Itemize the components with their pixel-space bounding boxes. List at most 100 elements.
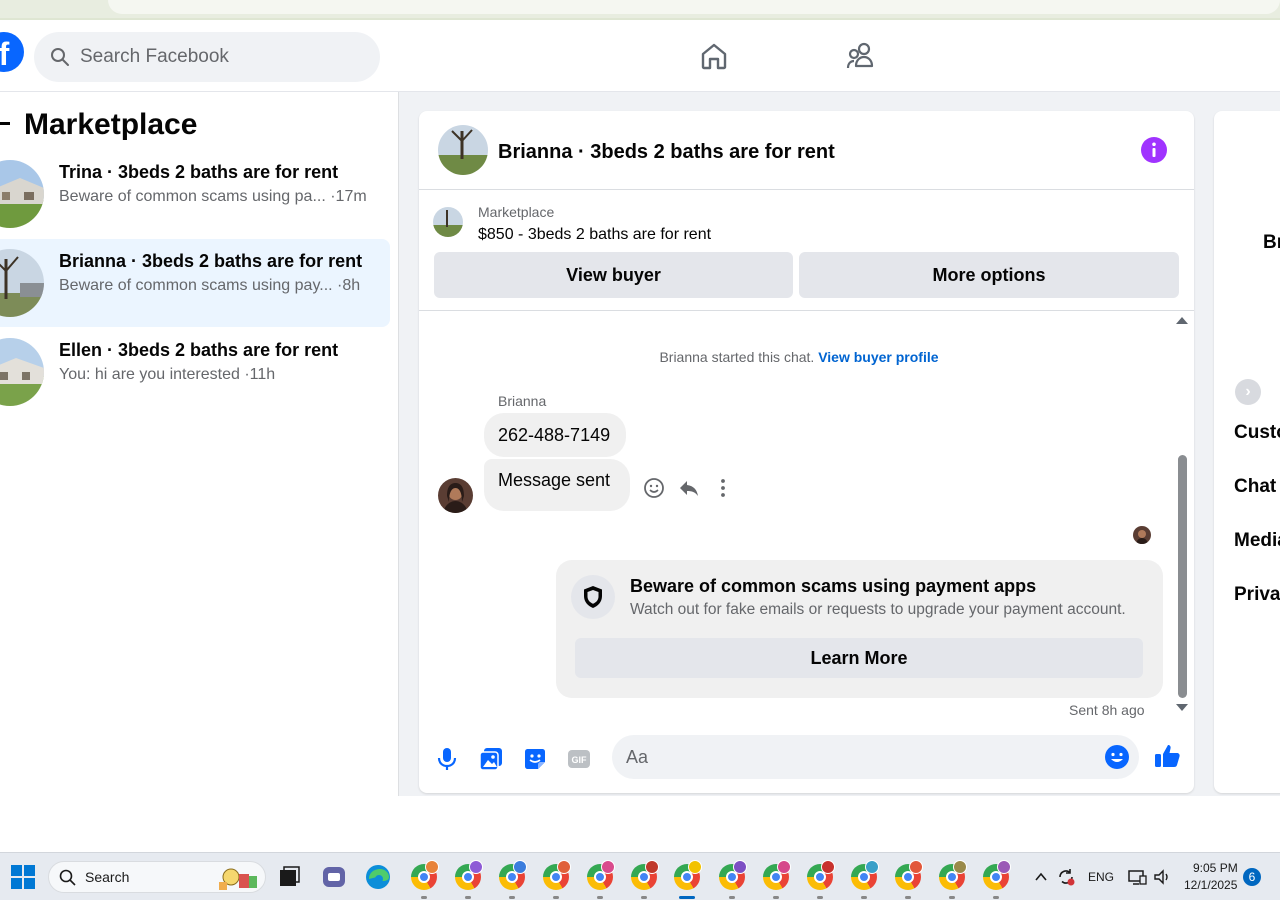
scroll-down-arrow-icon[interactable]	[1176, 704, 1188, 711]
chrome-profile-icon[interactable]	[805, 860, 835, 899]
more-vertical-icon[interactable]	[711, 476, 735, 500]
search-input[interactable]	[80, 46, 360, 68]
running-indicator	[993, 896, 999, 899]
facebook-logo[interactable]: f	[0, 32, 24, 72]
chat-name: Ellen · 3beds 2 baths are for rent	[59, 340, 339, 360]
windows-start-icon[interactable]	[11, 865, 35, 889]
language-indicator[interactable]: ENG	[1088, 870, 1114, 884]
emoji-icon[interactable]	[1104, 744, 1130, 770]
profile-badge	[909, 860, 923, 874]
taskbar-search[interactable]: Search	[48, 861, 266, 893]
chrome-profile-icon[interactable]	[981, 860, 1011, 899]
profile-badge	[469, 860, 483, 874]
sync-icon[interactable]	[1056, 867, 1076, 887]
chrome-profile-icon[interactable]	[937, 860, 967, 899]
search-highlight-icon	[219, 868, 257, 890]
more-options-button[interactable]: More options	[799, 252, 1179, 298]
learn-more-button[interactable]: Learn More	[575, 638, 1143, 678]
scrollbar-thumb[interactable]	[1178, 455, 1187, 698]
view-buyer-profile-link[interactable]: View buyer profile	[818, 349, 938, 365]
details-menu-item[interactable]: Chat r	[1234, 476, 1280, 498]
message-input[interactable]	[626, 735, 1086, 779]
details-menu-item[interactable]: Privac	[1234, 584, 1280, 606]
chrome-profile-icon[interactable]	[717, 860, 747, 899]
chrome-profile-icon[interactable]	[585, 860, 615, 899]
scroll-up-arrow-icon[interactable]	[1176, 317, 1188, 324]
scam-warning-subtitle: Watch out for fake emails or requests to…	[630, 601, 1126, 618]
chevron-right-icon[interactable]: ›	[1235, 379, 1261, 405]
chrome-profile-icon[interactable]	[893, 860, 923, 899]
chrome-profile-icon[interactable]	[761, 860, 791, 899]
listing-source: Marketplace	[478, 204, 555, 220]
chat-list-item[interactable]: Ellen · 3beds 2 baths are for rent You: …	[0, 328, 390, 416]
message-bubble[interactable]: 262-488-7149	[484, 413, 626, 457]
volume-icon[interactable]	[1152, 867, 1172, 887]
profile-badge	[997, 860, 1011, 874]
sticker-icon[interactable]	[521, 745, 549, 773]
thumbs-up-icon[interactable]	[1153, 742, 1181, 770]
profile-badge	[821, 860, 835, 874]
scam-warning-card: Beware of common scams using payment app…	[556, 560, 1163, 698]
message-input-box[interactable]	[612, 735, 1139, 779]
profile-badge	[777, 860, 791, 874]
task-view-icon[interactable]	[274, 862, 304, 892]
conversation-details-panel: Br › Custo Chat r Media Privac	[1214, 111, 1280, 793]
chrome-profile-icon[interactable]	[541, 860, 571, 899]
chat-list-item-active[interactable]: Brianna · 3beds 2 baths are for rent Bew…	[0, 239, 390, 327]
chat-name: Brianna · 3beds 2 baths are for rent	[59, 251, 363, 271]
clock-time[interactable]: 9:05 PM	[1193, 861, 1238, 875]
chat-started-notice: Brianna started this chat. View buyer pr…	[419, 349, 1179, 365]
listing-title[interactable]: $850 - 3beds 2 baths are for rent	[478, 226, 711, 244]
facebook-topbar: f	[0, 20, 1280, 92]
react-emoji-icon[interactable]	[642, 476, 666, 500]
message-composer: GIF	[419, 724, 1194, 793]
sent-timestamp: Sent 8h ago	[1069, 702, 1145, 718]
running-indicator	[861, 896, 867, 899]
conversation-panel: Brianna · 3beds 2 baths are for rent Mar…	[419, 111, 1194, 793]
chrome-profile-icon[interactable]	[453, 860, 483, 899]
photo-icon[interactable]	[477, 745, 505, 773]
chat-list-item[interactable]: Trina · 3beds 2 baths are for rent Bewar…	[0, 150, 390, 238]
desktop-gap	[0, 796, 1280, 852]
gif-icon[interactable]: GIF	[565, 745, 593, 773]
profile-badge	[688, 860, 702, 874]
chrome-profile-icon-active[interactable]	[672, 860, 702, 899]
details-menu-item[interactable]: Custo	[1234, 422, 1280, 444]
listing-summary: Marketplace $850 - 3beds 2 baths are for…	[419, 191, 1194, 311]
address-bar[interactable]	[108, 0, 1280, 14]
profile-badge	[601, 860, 615, 874]
profile-badge	[865, 860, 879, 874]
marketplace-heading: Marketplace	[0, 108, 197, 142]
clock-date[interactable]: 12/1/2025	[1184, 878, 1237, 892]
message-bubble[interactable]: Message sent	[484, 459, 630, 511]
friends-icon[interactable]	[845, 40, 877, 72]
listing-thumbnail-small[interactable]	[433, 207, 463, 237]
chrome-profile-icon[interactable]	[497, 860, 527, 899]
details-name: Br	[1263, 232, 1280, 253]
view-buyer-button[interactable]: View buyer	[434, 252, 793, 298]
chat-started-text: Brianna started this chat.	[659, 349, 815, 365]
edge-browser-icon[interactable]	[363, 862, 393, 892]
microphone-icon[interactable]	[433, 745, 461, 773]
network-icon[interactable]	[1127, 867, 1147, 887]
chrome-profile-icon[interactable]	[849, 860, 879, 899]
chrome-profile-icon[interactable]	[409, 860, 439, 899]
sender-avatar[interactable]	[438, 478, 473, 513]
reply-icon[interactable]	[677, 476, 701, 500]
home-icon[interactable]	[698, 40, 730, 72]
conversation-avatar[interactable]	[438, 125, 488, 175]
notification-count-badge[interactable]: 6	[1243, 868, 1261, 886]
back-arrow-icon[interactable]	[0, 121, 10, 125]
shield-icon	[571, 575, 615, 619]
search-icon	[59, 869, 76, 886]
chrome-profile-icon[interactable]	[629, 860, 659, 899]
search-box[interactable]	[34, 32, 380, 82]
info-icon[interactable]	[1141, 137, 1167, 163]
message-thread[interactable]: Brianna started this chat. View buyer pr…	[419, 312, 1194, 724]
profile-badge	[645, 860, 659, 874]
sender-name: Brianna	[498, 393, 547, 409]
details-menu-item[interactable]: Media	[1234, 530, 1280, 552]
chevron-up-icon[interactable]	[1034, 870, 1048, 884]
marketplace-title-text: Marketplace	[24, 108, 198, 141]
teams-chat-icon[interactable]	[319, 862, 349, 892]
